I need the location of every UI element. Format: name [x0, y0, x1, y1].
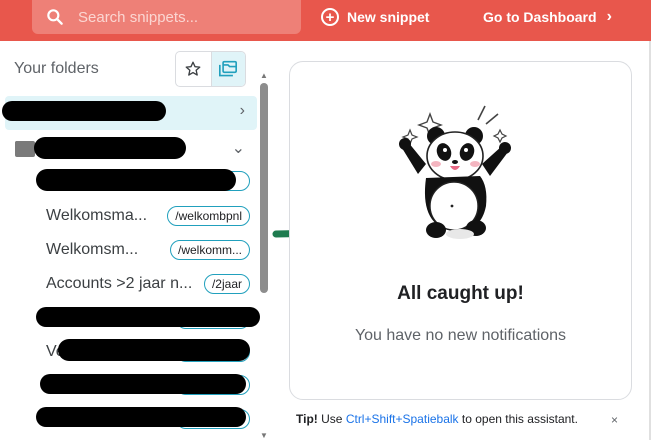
- folders-toggle-button[interactable]: [210, 52, 245, 86]
- redaction-mark: [36, 307, 260, 327]
- panda-celebrating-icon: [399, 105, 511, 239]
- snippet-item[interactable]: Welkomsm... /welkomm...: [46, 238, 250, 262]
- chevron-down-icon[interactable]: ⌄: [232, 138, 245, 158]
- tip-prefix: Tip!: [296, 412, 318, 426]
- search-box[interactable]: [32, 0, 301, 34]
- snippet-name: Welkomsm...: [46, 241, 139, 258]
- notifications-panel: All caught up! You have no new notificat…: [289, 61, 632, 400]
- all-caught-up-title: All caught up!: [397, 283, 524, 304]
- folders-icon: [219, 60, 238, 77]
- scroll-down-icon[interactable]: ▼: [260, 431, 268, 440]
- snippet-name: Accounts >2 jaar n...: [46, 275, 193, 292]
- search-input[interactable]: [78, 0, 288, 34]
- redaction-mark: [58, 339, 250, 361]
- search-icon: [47, 9, 63, 25]
- new-snippet-label: New snippet: [347, 9, 430, 25]
- chevron-right-icon: ›: [606, 8, 612, 25]
- snippet-name: Welkomsma...: [46, 207, 148, 224]
- go-to-dashboard-button[interactable]: Go to Dashboard ›: [483, 0, 612, 34]
- scroll-up-icon[interactable]: ▲: [260, 71, 268, 80]
- scrollbar-thumb[interactable]: [260, 83, 268, 293]
- plus-circle-icon: +: [321, 8, 339, 26]
- folders-sidebar: Your folders › ⌄ Welkomsma... /welkombpn…: [0, 41, 270, 440]
- redaction-mark: [36, 169, 236, 191]
- redaction-mark: [40, 374, 246, 394]
- shortcut-tip: Tip! Use Ctrl+Shift+Spatiebalk to open t…: [296, 412, 578, 426]
- snippet-shortcut: /welkombpnl: [167, 206, 250, 226]
- no-notifications-text: You have no new notifications: [354, 327, 567, 344]
- redaction-mark: [36, 407, 246, 427]
- redaction-mark: [2, 101, 166, 121]
- snippet-item[interactable]: Welkomsma... /welkombpnl: [46, 204, 250, 228]
- folders-title: Your folders: [14, 60, 99, 77]
- folder-icon: [15, 141, 35, 157]
- new-snippet-button[interactable]: + New snippet: [321, 0, 429, 34]
- top-bar: + New snippet Go to Dashboard ›: [0, 0, 651, 41]
- favorites-toggle-button[interactable]: [176, 52, 211, 86]
- tip-suffix: to open this assistant.: [461, 412, 578, 426]
- chevron-right-icon[interactable]: ›: [240, 102, 245, 120]
- snippet-item[interactable]: Accounts >2 jaar n... /2jaar: [46, 272, 250, 296]
- close-tip-icon[interactable]: ×: [611, 413, 618, 427]
- view-toggle: [175, 51, 246, 87]
- redaction-mark: [34, 137, 186, 159]
- snippet-shortcut: /welkomm...: [169, 240, 250, 260]
- star-icon: [185, 61, 201, 76]
- tip-keys: Ctrl+Shift+Spatiebalk: [345, 412, 459, 426]
- dashboard-label: Go to Dashboard: [483, 9, 597, 25]
- snippet-shortcut: /2jaar: [203, 274, 250, 294]
- tip-use: Use: [321, 412, 343, 426]
